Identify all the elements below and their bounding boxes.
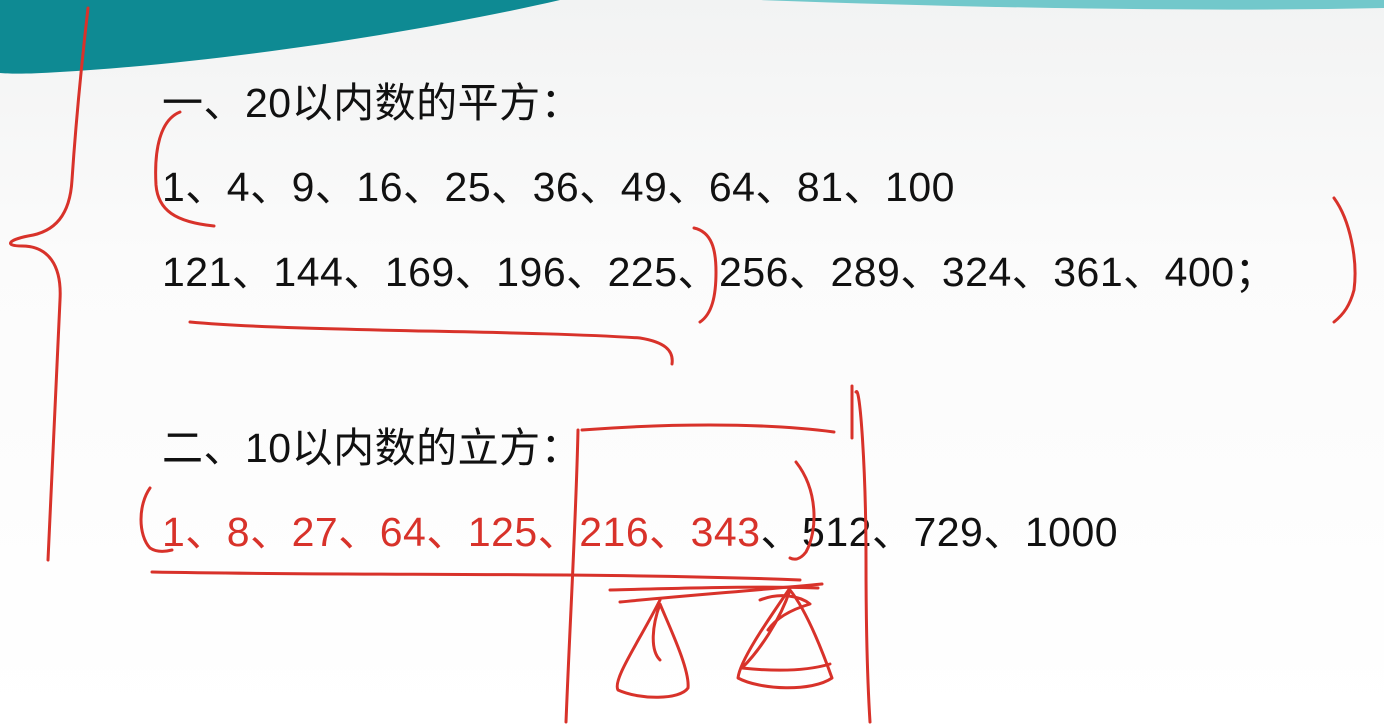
squares-row-1: 1、4、9、16、25、36、49、64、81、100 [162, 164, 955, 210]
header-teal-wave [0, 0, 560, 74]
slide: 一、20以内数的平方： 1、4、9、16、25、36、49、64、81、100 … [0, 0, 1384, 725]
cubes-row: 1、8、27、64、125、216、343、512、729、1000 [162, 507, 1118, 557]
section1-heading: 一、20以内数的平方： [162, 80, 583, 126]
squares-row-2: 121、144、169、196、225、256、289、324、361、400； [162, 249, 1277, 295]
cubes-highlighted: 1、8、27、64、125、216、343 [162, 509, 761, 555]
header-light-wave [760, 0, 1384, 10]
cubes-rest: 、512、729、1000 [760, 509, 1119, 555]
section2-heading: 二、10以内数的立方： [162, 425, 583, 471]
